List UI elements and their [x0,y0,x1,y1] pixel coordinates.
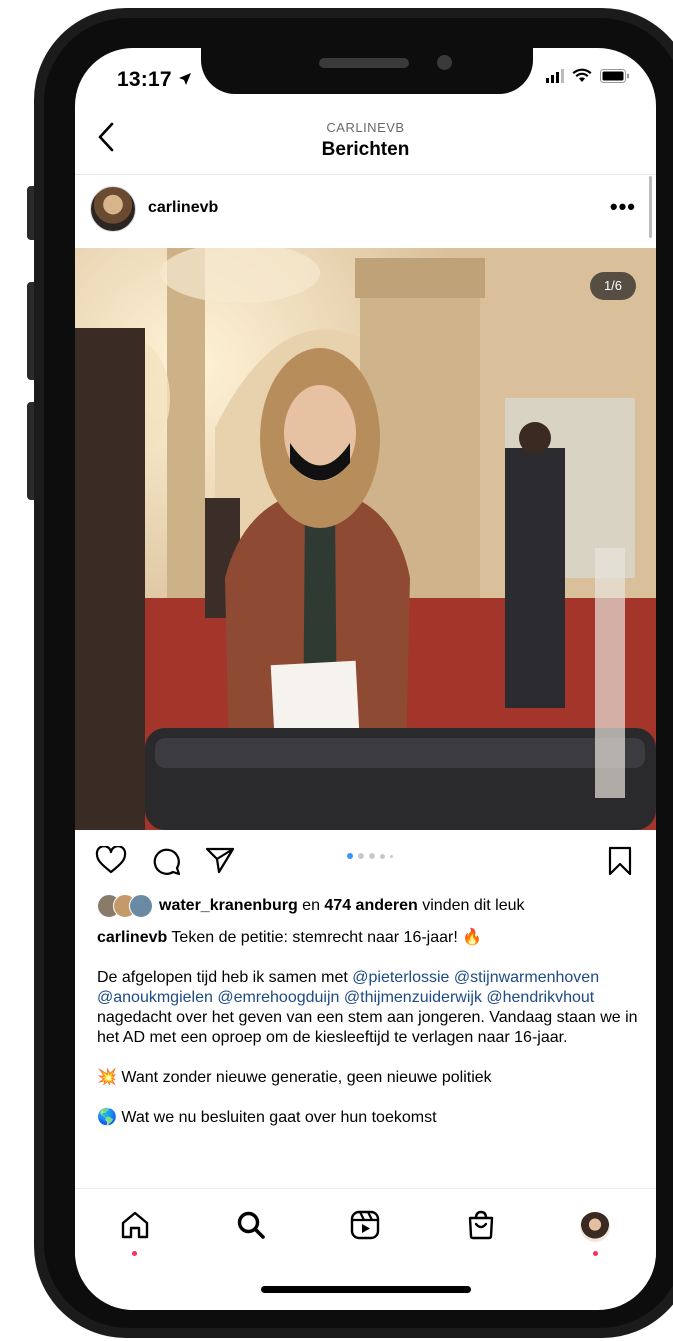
image-counter: 1/6 [590,272,636,300]
battery-icon [600,68,630,88]
mention-link[interactable]: @hendrikvhout [486,989,594,1006]
bookmark-icon[interactable] [608,846,632,881]
caption-line: 💥 Want zonder nieuwe generatie, geen nie… [97,1068,647,1088]
search-icon [235,1209,267,1246]
tab-reels[interactable] [345,1207,385,1247]
status-time: 13:17 [117,68,192,92]
status-icons [546,68,630,88]
avatar[interactable] [90,186,136,232]
bottom-tab-bar [75,1188,656,1279]
caption-line: 🌎 Wat we nu besluiten gaat over hun toek… [97,1108,647,1128]
scrollbar[interactable] [649,176,652,238]
post-actions [75,830,656,890]
post-username[interactable]: carlinevb [148,199,218,217]
carousel-dot [358,853,364,859]
likes-count[interactable]: 474 anderen [324,897,417,914]
liker-avatars [97,894,153,918]
post-photo-illustration [75,248,656,830]
carousel-indicator [347,853,393,859]
caption-text: Wat we nu besluiten gaat over hun toekom… [116,1109,437,1126]
likes-suffix: vinden dit leuk [417,897,525,914]
location-arrow-icon [178,68,192,92]
speaker-grille [319,58,409,68]
collision-emoji: 💥 [97,1069,117,1086]
post-header: carlinevb ••• [75,174,656,248]
likes-connector: en [297,897,325,914]
likes-row[interactable]: water_kranenburg en 474 anderen vinden d… [97,894,647,918]
mention-link[interactable]: @anoukmgielen [97,989,213,1006]
caption-username[interactable]: carlinevb [97,929,167,946]
carousel-dot-active [347,853,353,859]
more-horizontal-icon: ••• [609,194,636,219]
mention-link[interactable]: @pieterlossie [352,969,449,986]
caption-paragraph: De afgelopen tijd heb ik samen met @piet… [97,968,647,1048]
signal-icon [546,68,564,88]
shop-icon [465,1209,497,1246]
mention-link[interactable]: @emrehoogduijn [217,989,339,1006]
home-icon [119,1209,151,1246]
caption-headline: carlinevb Teken de petitie: stemrecht na… [97,928,647,948]
liker-avatar [129,894,153,918]
nav-header: CARLINEVB Berichten [75,108,656,175]
mention-link[interactable]: @stijnwarmenhoven [454,969,599,986]
reels-icon [349,1209,381,1246]
notification-dot [132,1251,137,1256]
mention-link[interactable]: @thijmenzuiderwijk [344,989,482,1006]
heart-icon[interactable] [95,845,127,879]
tab-home[interactable] [115,1207,155,1247]
tab-shop[interactable] [461,1207,501,1247]
front-camera [437,55,452,70]
caption-headline-text: Teken de petitie: stemrecht naar 16-jaar… [167,929,463,946]
wifi-icon [572,68,592,88]
profile-avatar [580,1212,610,1242]
home-indicator[interactable] [261,1286,471,1293]
tab-search[interactable] [231,1207,271,1247]
comment-icon[interactable] [151,846,181,881]
carousel-dot [390,854,393,858]
fire-emoji: 🔥 [462,929,483,946]
phone-screen: 13:17 CARLINEVB Berichten carlinevb ••• … [75,48,656,1310]
liker-username[interactable]: water_kranenburg [159,897,298,914]
page-title: Berichten [321,139,410,160]
carousel-dot [380,853,385,859]
globe-emoji: 🌎 [97,1109,117,1126]
notification-dot [593,1251,598,1256]
more-options-button[interactable]: ••• [610,194,636,220]
carousel-dot [369,853,375,859]
caption-text: nagedacht over het geven van een stem aa… [97,1009,638,1046]
caption-text: De afgelopen tijd heb ik samen met [97,969,353,986]
post-image[interactable]: 1/6 [75,248,656,830]
share-icon[interactable] [205,846,235,879]
post-caption: carlinevb Teken de petitie: stemrecht na… [97,928,647,1128]
notch [201,48,533,94]
header-username: CARLINEVB [326,120,405,135]
tab-profile[interactable] [575,1207,615,1247]
caption-text: Want zonder nieuwe generatie, geen nieuw… [116,1069,492,1086]
